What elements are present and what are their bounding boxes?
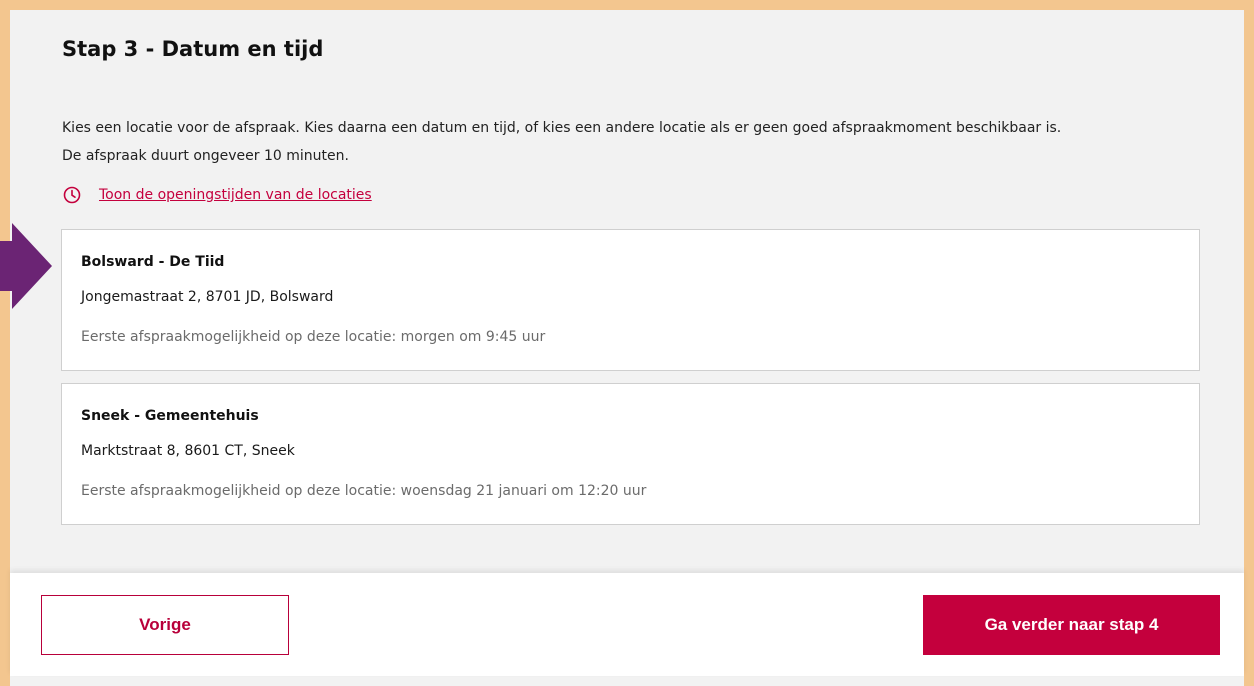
intro-line-2: De afspraak duurt ongeveer 10 minuten. (62, 148, 349, 164)
opening-hours-row: Toon de openingstijden van de locaties (63, 186, 372, 204)
location-availability: Eerste afspraakmogelijkheid op deze loca… (81, 483, 647, 499)
footer-navigation: Vorige Ga verder naar stap 4 (10, 573, 1244, 676)
location-card-bolsward[interactable]: Bolsward - De Tiid Jongemastraat 2, 8701… (61, 229, 1200, 371)
location-name: Bolsward - De Tiid (81, 254, 225, 270)
opening-hours-link[interactable]: Toon de openingstijden van de locaties (99, 187, 372, 203)
location-name: Sneek - Gemeentehuis (81, 408, 259, 424)
location-address: Jongemastraat 2, 8701 JD, Bolsward (81, 289, 334, 305)
intro-text: Kies een locatie voor de afspraak. Kies … (62, 114, 1222, 170)
pointer-arrow-icon (0, 223, 52, 309)
page-title: Stap 3 - Datum en tijd (62, 37, 324, 61)
location-availability: Eerste afspraakmogelijkheid op deze loca… (81, 329, 546, 345)
intro-line-1: Kies een locatie voor de afspraak. Kies … (62, 120, 1062, 136)
location-card-sneek[interactable]: Sneek - Gemeentehuis Marktstraat 8, 8601… (61, 383, 1200, 525)
clock-icon (63, 186, 81, 204)
next-step-button[interactable]: Ga verder naar stap 4 (923, 595, 1220, 655)
location-address: Marktstraat 8, 8601 CT, Sneek (81, 443, 295, 459)
previous-button[interactable]: Vorige (41, 595, 289, 655)
